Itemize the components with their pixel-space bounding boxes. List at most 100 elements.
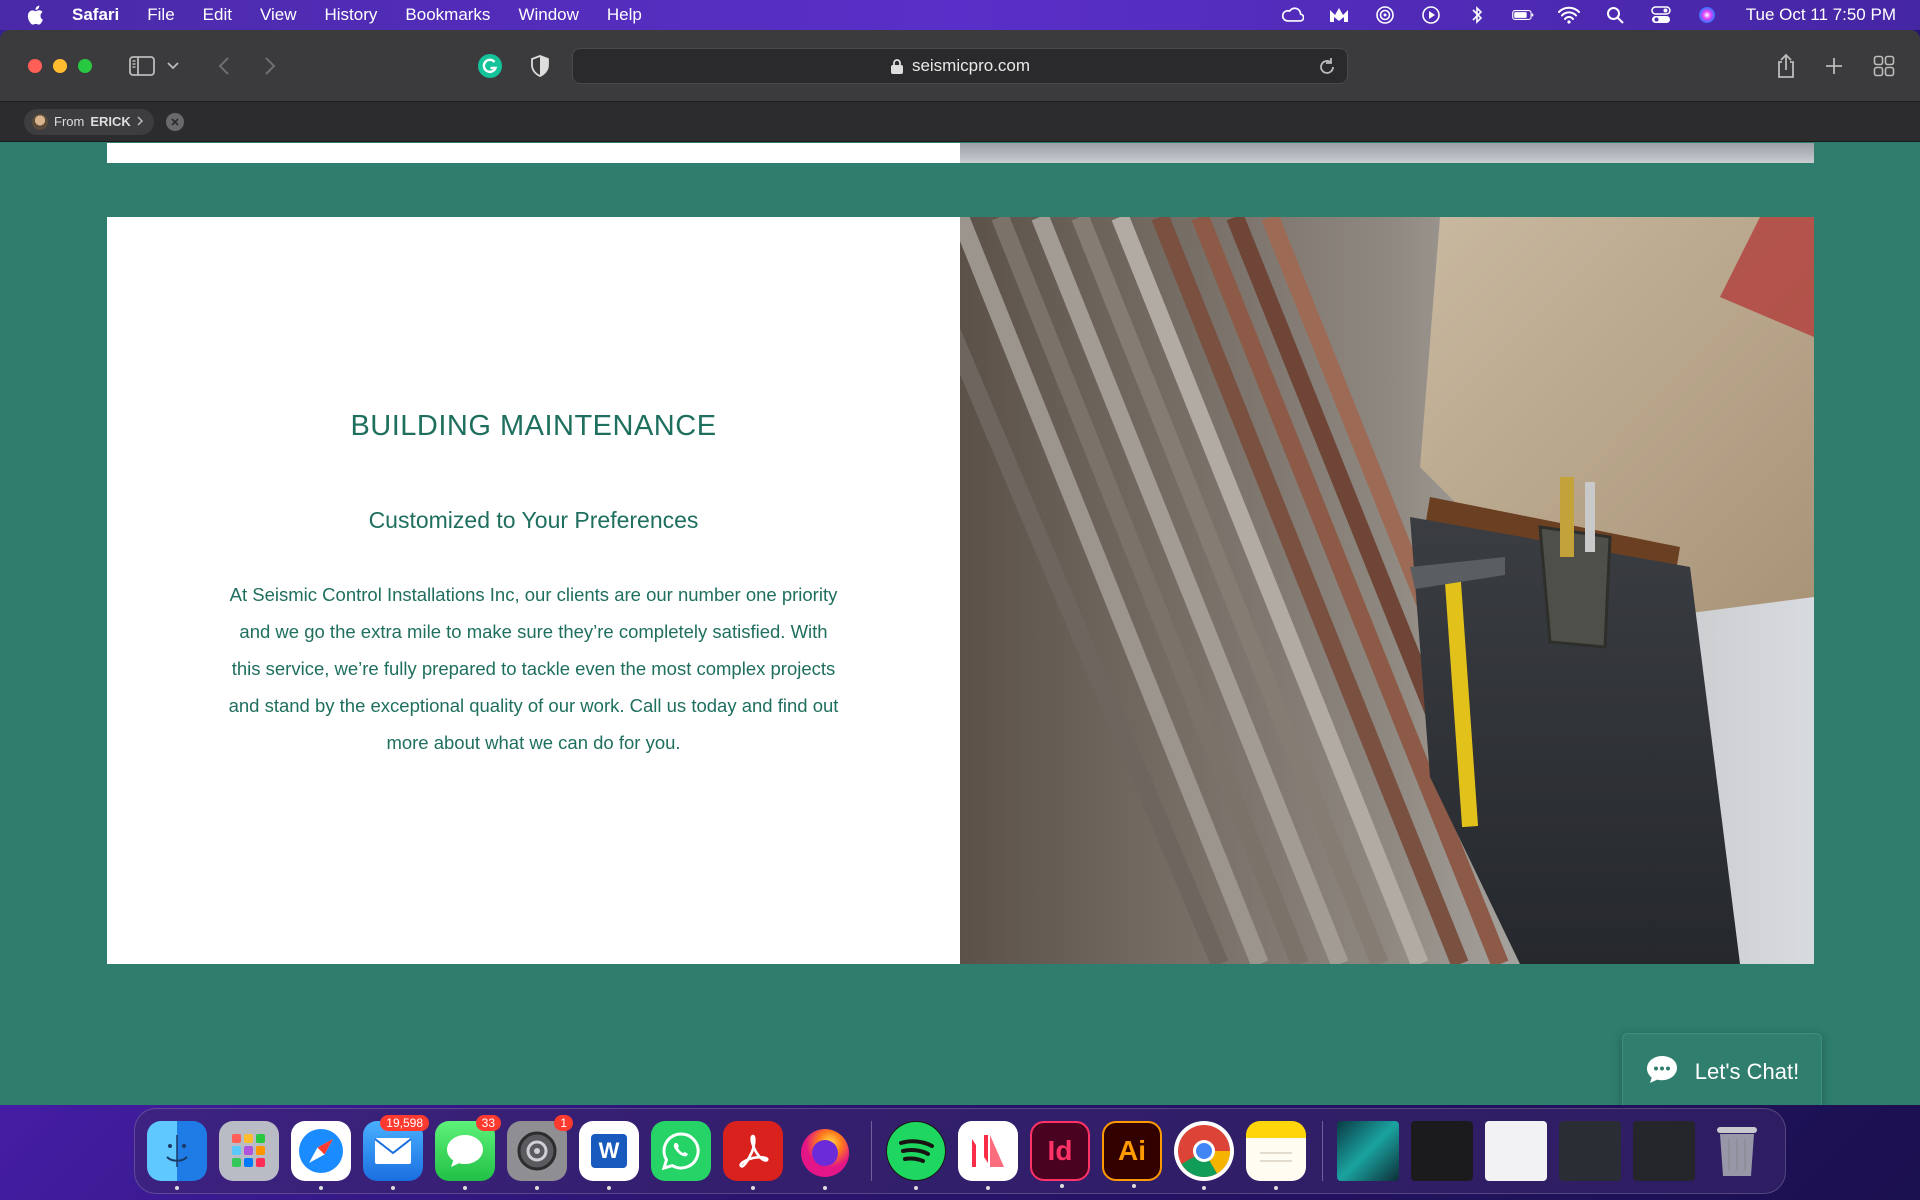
finder-icon <box>166 1135 188 1167</box>
safari-compass-icon <box>299 1129 343 1173</box>
dock-illustrator[interactable]: Ai <box>1102 1121 1162 1188</box>
running-indicator <box>1274 1186 1278 1190</box>
service-subtitle: Customized to Your Preferences <box>368 507 699 533</box>
dock-system-settings[interactable]: 1 <box>507 1115 573 1190</box>
mail-badge: 19,598 <box>380 1115 429 1131</box>
dock-trash[interactable] <box>1707 1121 1767 1181</box>
dock-news[interactable] <box>958 1121 1018 1190</box>
trash-icon <box>1717 1127 1757 1176</box>
battery-icon[interactable] <box>1511 4 1534 26</box>
service-title: BUILDING MAINTENANCE <box>350 410 717 442</box>
running-indicator <box>1202 1186 1206 1190</box>
tab-group-prefix: From <box>54 114 85 129</box>
dock-notes[interactable] <box>1246 1121 1306 1190</box>
apple-menu-icon[interactable] <box>26 4 48 26</box>
malwarebytes-icon[interactable] <box>1328 4 1350 26</box>
dock-firefox[interactable] <box>795 1121 855 1190</box>
chat-label: Let's Chat! <box>1694 1059 1800 1084</box>
mail-envelope-icon <box>374 1138 412 1164</box>
chat-button[interactable]: Let's Chat! <box>1622 1033 1822 1105</box>
dock-indesign[interactable]: Id <box>1030 1121 1090 1188</box>
running-indicator <box>463 1186 467 1190</box>
settings-badge: 1 <box>554 1115 573 1131</box>
worker-photo <box>960 217 1814 964</box>
grammarly-icon[interactable] <box>476 52 504 80</box>
window-zoom-button[interactable] <box>78 59 92 73</box>
dock-recent-window-3[interactable] <box>1485 1121 1547 1181</box>
dock-whatsapp[interactable] <box>651 1121 711 1181</box>
notes-icon <box>1260 1152 1292 1162</box>
dock-acrobat[interactable] <box>723 1121 783 1190</box>
sidebar-toggle-icon[interactable] <box>128 52 156 80</box>
spotlight-icon[interactable] <box>1604 4 1626 26</box>
safari-window: seismicpro.com From ERICK BUILDING MAINT… <box>0 30 1920 1105</box>
running-indicator <box>1132 1184 1136 1188</box>
dock-separator <box>1322 1121 1323 1181</box>
lock-icon <box>890 58 904 74</box>
indesign-logo: Id <box>1047 1135 1073 1166</box>
dock-recent-window-5[interactable] <box>1633 1121 1695 1181</box>
dock-messages[interactable]: 33 <box>435 1115 501 1190</box>
menu-bookmarks[interactable]: Bookmarks <box>405 5 490 25</box>
back-icon[interactable] <box>210 52 238 80</box>
dock-recent-window-2[interactable] <box>1411 1121 1473 1181</box>
dock-word[interactable]: W <box>579 1121 639 1190</box>
close-icon[interactable] <box>165 112 184 131</box>
news-icon <box>972 1135 1004 1167</box>
play-icon[interactable] <box>1420 4 1442 26</box>
dock-recent-window-1[interactable] <box>1337 1121 1399 1181</box>
service-description: At Seismic Control Installations Inc, ou… <box>228 584 839 753</box>
privacy-shield-icon[interactable] <box>526 52 554 80</box>
dock-separator <box>871 1121 872 1181</box>
launchpad-icon <box>232 1134 265 1167</box>
running-indicator <box>986 1186 990 1190</box>
siri-icon[interactable] <box>1696 4 1718 26</box>
dock-launchpad[interactable] <box>219 1121 279 1181</box>
menu-edit[interactable]: Edit <box>203 5 232 25</box>
avatar <box>32 113 48 130</box>
dock-chrome[interactable] <box>1174 1121 1234 1190</box>
dock-safari[interactable] <box>291 1121 351 1190</box>
dock-recent-window-4[interactable] <box>1559 1121 1621 1181</box>
menu-help[interactable]: Help <box>607 5 642 25</box>
wifi-icon[interactable] <box>1557 4 1580 26</box>
window-close-button[interactable] <box>28 59 42 73</box>
messages-bubble-icon <box>447 1135 483 1167</box>
menu-history[interactable]: History <box>325 5 378 25</box>
menu-view[interactable]: View <box>260 5 297 25</box>
web-page: BUILDING MAINTENANCE Customized to Your … <box>0 143 1920 1105</box>
menu-app-safari[interactable]: Safari <box>72 5 119 25</box>
reload-icon[interactable] <box>1317 57 1337 77</box>
control-center-icon[interactable] <box>1650 4 1672 26</box>
illustrator-logo: Ai <box>1118 1135 1146 1166</box>
dock-spotify[interactable] <box>886 1121 946 1190</box>
tab-bar: From ERICK <box>0 102 1920 142</box>
creative-cloud-icon[interactable] <box>1281 4 1304 26</box>
airdrop-icon[interactable] <box>1374 4 1396 26</box>
tab-group-pill[interactable]: From ERICK <box>24 108 154 135</box>
share-icon[interactable] <box>1772 52 1800 80</box>
running-indicator <box>607 1186 611 1190</box>
address-bar[interactable]: seismicpro.com <box>572 48 1348 84</box>
menu-window[interactable]: Window <box>518 5 578 25</box>
running-indicator <box>175 1186 179 1190</box>
tab-group-name: ERICK <box>90 114 131 129</box>
acrobat-icon <box>739 1134 769 1168</box>
chevron-down-icon[interactable] <box>164 52 182 80</box>
tab-overview-icon[interactable] <box>1870 52 1898 80</box>
running-indicator <box>823 1186 827 1190</box>
whatsapp-icon <box>661 1132 700 1171</box>
menu-file[interactable]: File <box>147 5 174 25</box>
previous-section-image <box>960 143 1814 163</box>
dock: 19,598 33 1 W Id Ai <box>134 1108 1786 1194</box>
forward-icon[interactable] <box>256 52 284 80</box>
dock-mail[interactable]: 19,598 <box>363 1115 429 1190</box>
running-indicator <box>1060 1184 1064 1188</box>
new-tab-icon[interactable] <box>1820 52 1848 80</box>
running-indicator <box>914 1186 918 1190</box>
bluetooth-icon[interactable] <box>1466 4 1488 26</box>
spotify-icon <box>887 1122 945 1180</box>
menu-clock[interactable]: Tue Oct 11 7:50 PM <box>1746 5 1896 25</box>
window-minimize-button[interactable] <box>53 59 67 73</box>
dock-finder[interactable] <box>147 1121 207 1190</box>
